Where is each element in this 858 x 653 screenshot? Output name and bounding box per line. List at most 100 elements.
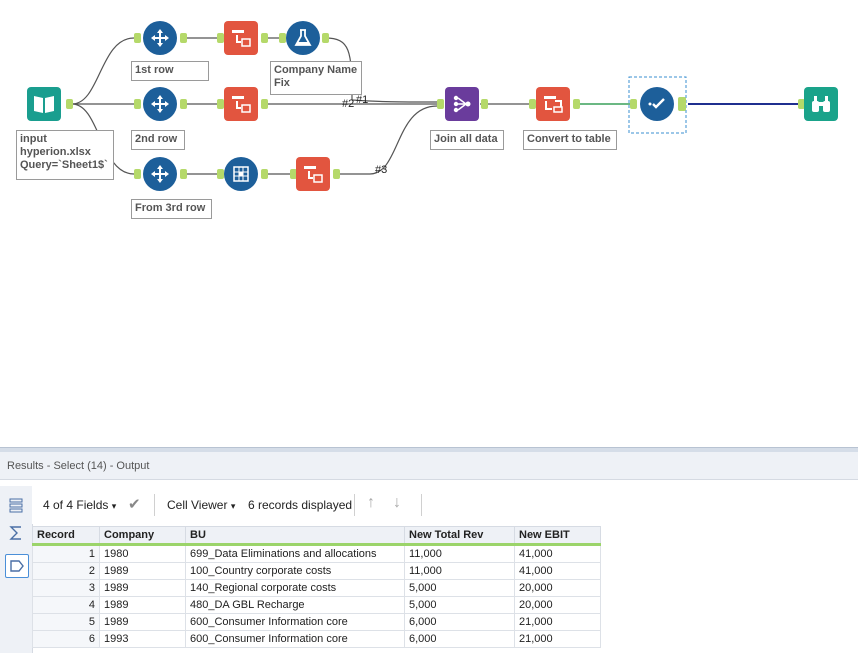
- label-line: input: [20, 133, 47, 145]
- connection-label-3: #3: [375, 164, 388, 176]
- connection-lines: [71, 37, 798, 175]
- table-row[interactable]: 6 1993 600_Consumer Information core 6,0…: [32, 630, 601, 648]
- checkmark-icon: [648, 98, 665, 109]
- dynamic-rename-tool-row2[interactable]: [224, 87, 258, 121]
- record-cell: 6: [32, 630, 100, 648]
- select-tool-row1[interactable]: [143, 21, 177, 55]
- column-header[interactable]: New EBIT: [514, 526, 601, 546]
- table-row[interactable]: 2 1989 100_Country corporate costs 11,00…: [32, 562, 601, 580]
- select-tool-14[interactable]: [640, 87, 674, 121]
- table-row[interactable]: 3 1989 140_Regional corporate costs 5,00…: [32, 579, 601, 597]
- table-arrow-icon: [304, 166, 323, 183]
- join-label: Join all data: [430, 130, 504, 150]
- input-data-tool[interactable]: [27, 87, 61, 121]
- company-fix-label: Company Name Fix: [270, 61, 362, 95]
- bu-cell: 140_Regional corporate costs: [185, 579, 405, 597]
- output-anchor[interactable]: [180, 33, 187, 43]
- crosstab-tool[interactable]: [536, 87, 570, 121]
- table-arrow-icon: [232, 96, 251, 113]
- dynamic-rename-tool-row3[interactable]: [296, 157, 330, 191]
- sample-tool-row3[interactable]: [224, 157, 258, 191]
- list-icon: [9, 498, 23, 513]
- output-anchor[interactable]: [573, 99, 580, 109]
- output-anchor[interactable]: [261, 169, 268, 179]
- rail-output-button[interactable]: [5, 554, 29, 578]
- output-anchor[interactable]: [180, 99, 187, 109]
- bu-cell: 600_Consumer Information core: [185, 613, 405, 631]
- company-cell: 1993: [99, 630, 186, 648]
- output-anchor[interactable]: [261, 33, 268, 43]
- table-header-row: Record Company BU New Total Rev New EBIT: [32, 526, 601, 546]
- output-anchor[interactable]: [261, 99, 268, 109]
- toolbar-divider: [154, 494, 155, 516]
- formula-tool[interactable]: [286, 21, 320, 55]
- column-header[interactable]: Company: [99, 526, 186, 546]
- input-anchor[interactable]: [529, 99, 536, 109]
- row3-label: From 3rd row: [131, 199, 212, 219]
- cell-viewer-dropdown[interactable]: Cell Viewer ▾: [167, 498, 235, 512]
- browse-tool[interactable]: [804, 87, 838, 121]
- binoculars-icon: [812, 96, 830, 112]
- bu-cell: 100_Country corporate costs: [185, 562, 405, 580]
- rail-list-button[interactable]: [5, 494, 27, 516]
- output-anchor[interactable]: [66, 99, 73, 109]
- sigma-icon: [9, 526, 21, 540]
- input-anchor[interactable]: [134, 99, 141, 109]
- book-icon: [34, 96, 54, 113]
- input-anchor[interactable]: [134, 33, 141, 43]
- move-arrows-icon: [151, 165, 169, 183]
- label-line: Fix: [274, 77, 290, 89]
- table-row[interactable]: 4 1989 480_DA GBL Recharge 5,000 20,000: [32, 596, 601, 614]
- union-tool[interactable]: [445, 87, 479, 121]
- company-cell: 1989: [99, 579, 186, 597]
- input-anchor[interactable]: [217, 169, 224, 179]
- checkmark-apply-icon[interactable]: ✔: [128, 495, 141, 513]
- company-cell: 1989: [99, 562, 186, 580]
- move-arrows-icon: [151, 95, 169, 113]
- input-anchor[interactable]: [217, 99, 224, 109]
- input-tool-label: input hyperion.xlsx Query=`Sheet1$`: [16, 130, 114, 180]
- total-rev-cell: 11,000: [404, 544, 515, 563]
- fields-dropdown[interactable]: 4 of 4 Fields ▾: [43, 498, 116, 512]
- union-input-anchor[interactable]: [437, 99, 444, 109]
- total-rev-cell: 6,000: [404, 613, 515, 631]
- column-header[interactable]: New Total Rev: [404, 526, 515, 546]
- select-tool-row3[interactable]: [143, 157, 177, 191]
- ebit-cell: 20,000: [514, 579, 601, 597]
- output-anchor[interactable]: [180, 169, 187, 179]
- bu-cell: 699_Data Eliminations and allocations: [185, 544, 405, 563]
- output-anchor[interactable]: [322, 33, 329, 43]
- select-tool-row2[interactable]: [143, 87, 177, 121]
- column-header[interactable]: Record: [32, 526, 100, 546]
- workflow-canvas[interactable]: input hyperion.xlsx Query=`Sheet1$` 1st …: [0, 0, 858, 447]
- table-row[interactable]: 5 1989 600_Consumer Information core 6,0…: [32, 613, 601, 631]
- connection-label-1: #1: [356, 94, 369, 106]
- output-anchor[interactable]: [481, 99, 488, 109]
- input-anchor[interactable]: [217, 33, 224, 43]
- ebit-cell: 41,000: [514, 562, 601, 580]
- label-line: Company Name: [274, 64, 358, 76]
- rail-summary-button[interactable]: [5, 522, 27, 544]
- table-convert-icon: [544, 96, 563, 113]
- fields-label: 4 of 4 Fields: [43, 498, 109, 512]
- output-anchor[interactable]: [678, 97, 686, 111]
- column-header[interactable]: BU: [185, 526, 405, 546]
- total-rev-cell: 6,000: [404, 630, 515, 648]
- input-anchor[interactable]: [134, 169, 141, 179]
- table-row[interactable]: 1 1980 699_Data Eliminations and allocat…: [32, 544, 601, 563]
- table-arrow-icon: [232, 30, 251, 47]
- input-anchor[interactable]: [630, 99, 637, 109]
- flask-icon: [294, 29, 312, 46]
- ebit-cell: 20,000: [514, 596, 601, 614]
- company-cell: 1989: [99, 613, 186, 631]
- results-table[interactable]: Record Company BU New Total Rev New EBIT…: [32, 526, 601, 648]
- label-line: hyperion.xlsx: [20, 146, 91, 158]
- input-anchor[interactable]: [279, 33, 286, 43]
- bu-cell: 600_Consumer Information core: [185, 630, 405, 648]
- dynamic-rename-tool-row1[interactable]: [224, 21, 258, 55]
- arrow-down-icon[interactable]: ↓: [393, 494, 401, 512]
- record-cell: 3: [32, 579, 100, 597]
- output-anchor[interactable]: [333, 169, 340, 179]
- total-rev-cell: 5,000: [404, 596, 515, 614]
- arrow-up-icon[interactable]: ↑: [367, 494, 375, 512]
